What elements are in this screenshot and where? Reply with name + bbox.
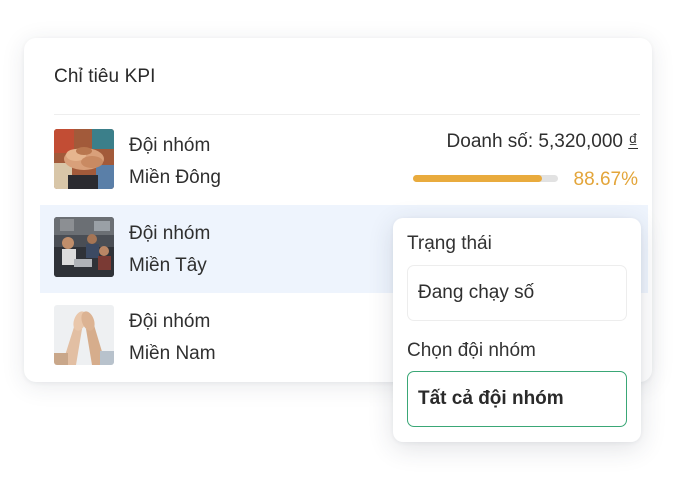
stage: Chỉ tiêu KPI Đội nhóm Miền Đông Doanh số…: [0, 0, 676, 494]
progress-fill: [413, 175, 542, 182]
status-label: Trạng thái: [407, 233, 492, 254]
team-name-line1: Đội nhóm: [129, 223, 211, 244]
team-name: Đội nhóm Miền Tây: [129, 218, 210, 282]
progress-percent: 88.67%: [573, 169, 638, 190]
team-name-line1: Đội nhóm: [129, 311, 211, 332]
team-name-line1: Đội nhóm: [129, 135, 211, 156]
team-name-line2: Miền Tây: [129, 255, 207, 276]
office-meeting-photo: [54, 217, 114, 277]
team-name: Đội nhóm Miền Đông: [129, 130, 221, 194]
sales-amount: Doanh số: 5,320,000 ₫: [447, 131, 638, 153]
team-select[interactable]: Tất cả đội nhóm: [407, 371, 627, 427]
status-select[interactable]: Đang chạy số: [407, 265, 627, 321]
team-hands-photo: [54, 129, 114, 189]
team-select-label: Chọn đội nhóm: [407, 340, 536, 361]
filter-popup: Trạng thái Đang chạy số Chọn đội nhóm Tấ…: [393, 218, 641, 442]
team-name-line2: Miền Nam: [129, 343, 216, 364]
team-row-mien-dong[interactable]: Đội nhóm Miền Đông Doanh số: 5,320,000 ₫…: [40, 117, 648, 205]
team-name-line2: Miền Đông: [129, 167, 221, 188]
progress-bar: [413, 175, 558, 182]
divider: [54, 114, 640, 115]
high-five-photo: [54, 305, 114, 365]
card-title: Chỉ tiêu KPI: [54, 66, 156, 87]
sales-label: Doanh số: 5,320,000: [446, 131, 623, 152]
currency-symbol: ₫: [628, 131, 638, 152]
team-name: Đội nhóm Miền Nam: [129, 306, 216, 370]
